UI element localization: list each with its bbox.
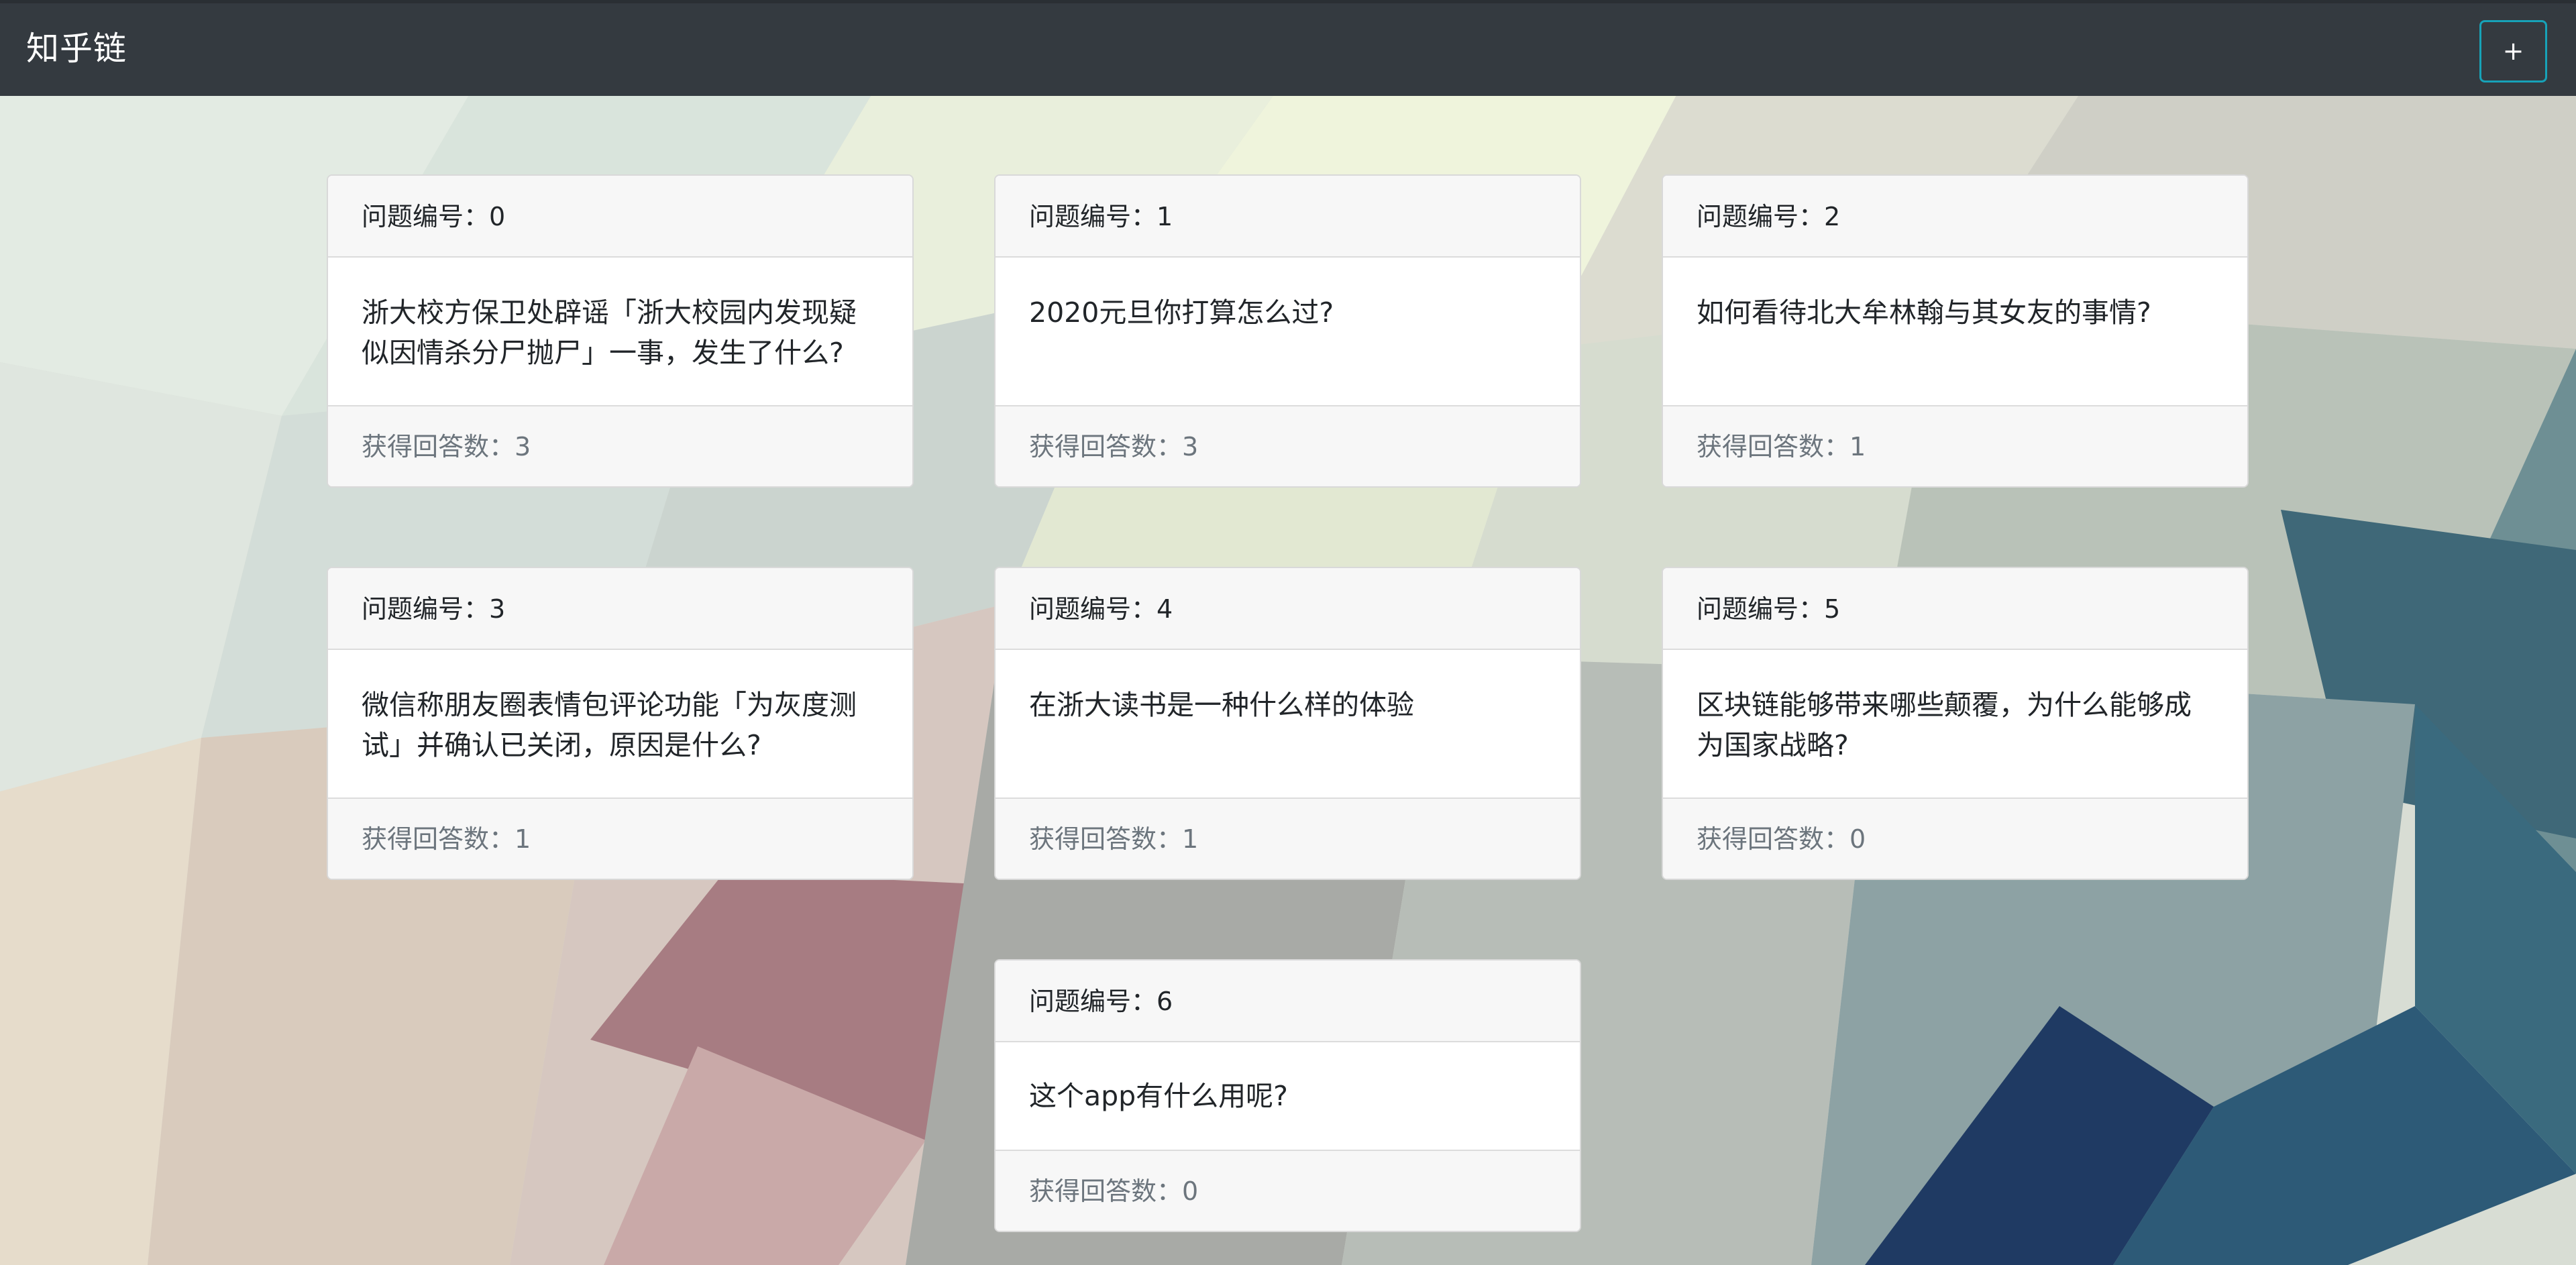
question-card[interactable]: 问题编号：0 浙大校方保卫处辟谣「浙大校园内发现疑似因情杀分尸抛尸」一事，发生了… [327,174,914,488]
question-title[interactable]: 2020元旦你打算怎么过? [996,258,1580,405]
question-id: 问题编号：0 [328,176,912,258]
question-card[interactable]: 问题编号：5 区块链能够带来哪些颠覆，为什么能够成为国家战略? 获得回答数：0 [1662,567,2249,880]
question-id: 问题编号：4 [996,568,1580,650]
answer-count: 获得回答数：3 [996,405,1580,486]
answer-count: 获得回答数：0 [1663,798,2247,879]
answer-count: 获得回答数：3 [328,405,912,486]
answer-count: 获得回答数：0 [996,1150,1580,1231]
top-navbar: 知乎链 + [0,0,2576,96]
question-id: 问题编号：6 [996,960,1580,1042]
question-id: 问题编号：1 [996,176,1580,258]
question-id: 问题编号：3 [328,568,912,650]
answer-count: 获得回答数：1 [1663,405,2247,486]
question-id: 问题编号：5 [1663,568,2247,650]
question-card[interactable]: 问题编号：1 2020元旦你打算怎么过? 获得回答数：3 [994,174,1581,488]
question-card[interactable]: 问题编号：3 微信称朋友圈表情包评论功能「为灰度测试」并确认已关闭，原因是什么?… [327,567,914,880]
question-card[interactable]: 问题编号：2 如何看待北大牟林翰与其女友的事情? 获得回答数：1 [1662,174,2249,488]
question-title[interactable]: 区块链能够带来哪些颠覆，为什么能够成为国家战略? [1663,650,2247,798]
question-card[interactable]: 问题编号：6 这个app有什么用呢? 获得回答数：0 [994,959,1581,1232]
question-title[interactable]: 微信称朋友圈表情包评论功能「为灰度测试」并确认已关闭，原因是什么? [328,650,912,798]
question-title[interactable]: 浙大校方保卫处辟谣「浙大校园内发现疑似因情杀分尸抛尸」一事，发生了什么? [328,258,912,405]
answer-count: 获得回答数：1 [996,798,1580,879]
question-title[interactable]: 这个app有什么用呢? [996,1042,1580,1150]
question-title[interactable]: 在浙大读书是一种什么样的体验 [996,650,1580,798]
question-card[interactable]: 问题编号：4 在浙大读书是一种什么样的体验 获得回答数：1 [994,567,1581,880]
question-grid: 问题编号：0 浙大校方保卫处辟谣「浙大校园内发现疑似因情杀分尸抛尸」一事，发生了… [0,0,2576,1265]
brand-title[interactable]: 知乎链 [26,29,127,69]
add-question-button[interactable]: + [2479,20,2547,82]
question-id: 问题编号：2 [1663,176,2247,258]
question-title[interactable]: 如何看待北大牟林翰与其女友的事情? [1663,258,2247,405]
answer-count: 获得回答数：1 [328,798,912,879]
